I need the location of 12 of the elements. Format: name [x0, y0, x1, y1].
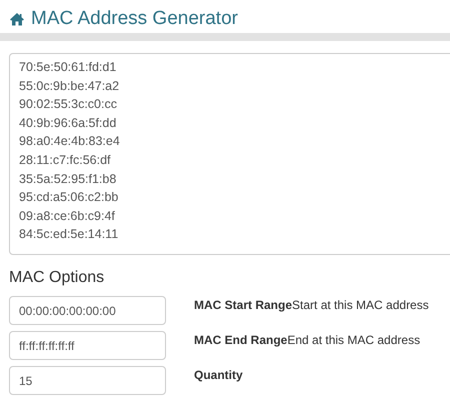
section-heading: MAC Options [9, 269, 106, 287]
field-description: Start at this MAC address [292, 298, 429, 312]
input-field[interactable]: 00:00:00:00:00:00 [9, 296, 166, 325]
input-field[interactable]: 15 [9, 366, 166, 395]
field-label: MAC End Range [194, 333, 288, 347]
page-title: MAC Address Generator [31, 8, 238, 30]
field-label: MAC Start Range [194, 298, 292, 312]
field-description: End at this MAC address [287, 333, 420, 347]
input-field[interactable]: ff:ff:ff:ff:ff:ff [9, 331, 166, 360]
field-label: Quantity [194, 368, 243, 382]
mac-address-output[interactable]: 70:5e:50:61:fd:d1 55:0c:9b:be:47:a2 90:02:55:3c:c0:cc 40:9b:96:6a:5f:dd 98:a0:4e:4b:83:e4 28:11:c7:fc:56:df 35:5a:52:95:f1:b8 95:cd:a5:06:c2:bb 09:a8:ce:6b:c9:4f 84:5c:ed:5e:14:11 [9, 53, 450, 255]
home-icon [9, 12, 25, 26]
